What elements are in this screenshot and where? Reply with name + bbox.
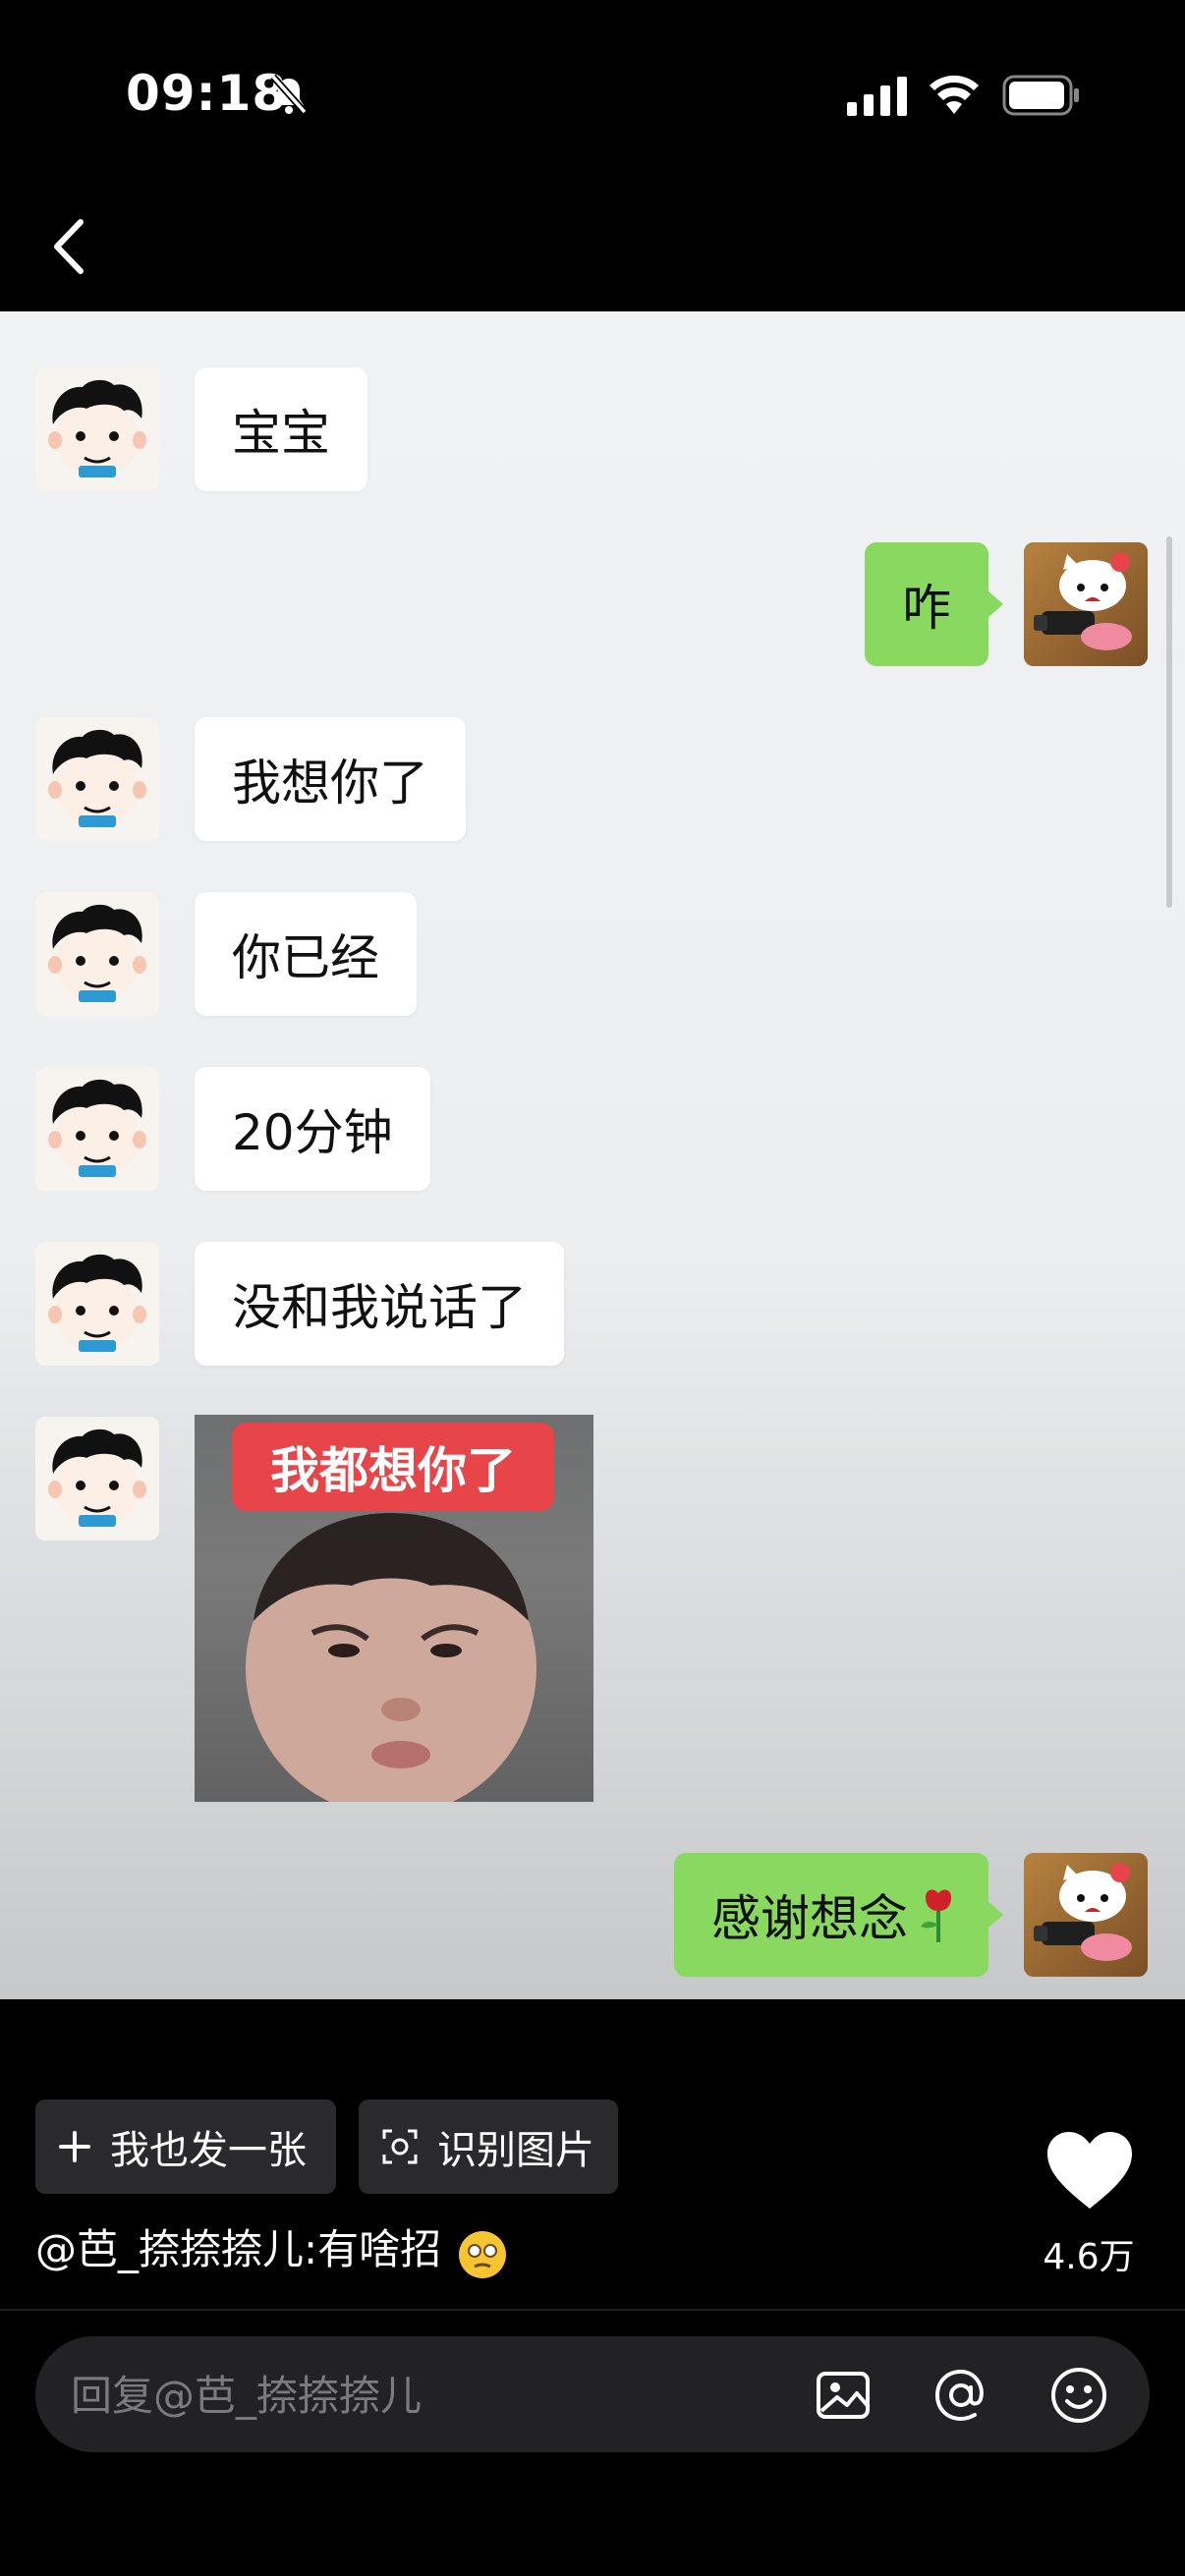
plus-icon (59, 2131, 90, 2162)
back-button[interactable] (45, 214, 94, 279)
post-too-button[interactable]: 我也发一张 (35, 2100, 336, 2194)
message-text: 咋 (902, 580, 951, 637)
post-caption[interactable]: @芭_捺捺捺儿:有啥招 (35, 2216, 510, 2280)
sender-avatar[interactable] (35, 717, 159, 841)
post-too-label: 我也发一张 (110, 2128, 307, 2173)
message-text: 我想你了 (232, 755, 428, 812)
message-bubble-incoming: 我想你了 (195, 717, 466, 841)
status-time: 09:18 (126, 65, 288, 122)
message-text: 20分钟 (232, 1104, 393, 1161)
recognize-label: 识别图片 (437, 2128, 594, 2173)
bubble-tail (988, 1901, 1003, 1929)
self-avatar[interactable] (1024, 542, 1148, 666)
bubble-tail (988, 590, 1003, 618)
emoji-icon[interactable] (1049, 2366, 1108, 2425)
dizzy-emoji-icon (458, 2230, 506, 2278)
sticker-image[interactable]: 我都想你了 (195, 1415, 593, 1802)
sticker-caption: 我都想你了 (232, 1423, 554, 1511)
caption-text: @芭_捺捺捺儿:有啥招 (35, 2225, 442, 2273)
message-bubble-incoming: 20分钟 (195, 1067, 430, 1191)
divider (0, 2309, 1185, 2311)
sender-avatar[interactable] (35, 1417, 159, 1540)
message-bubble-incoming: 你已经 (195, 892, 417, 1016)
at-icon[interactable] (931, 2366, 990, 2425)
image-icon[interactable] (814, 2366, 873, 2425)
rose-icon (921, 1889, 951, 1942)
signal-icon (847, 77, 907, 116)
sender-avatar[interactable] (35, 1067, 159, 1191)
sender-avatar[interactable] (35, 367, 159, 491)
message-text: 感谢想念 (711, 1890, 908, 1947)
message-bubble-outgoing: 咋 (865, 542, 988, 666)
recognize-image-button[interactable]: 识别图片 (359, 2100, 618, 2194)
battery-icon (1002, 75, 1079, 116)
reply-input[interactable] (69, 2336, 761, 2454)
scroll-indicator (1166, 536, 1172, 908)
message-bubble-incoming: 没和我说话了 (195, 1242, 564, 1366)
sender-avatar[interactable] (35, 1242, 159, 1366)
message-text: 你已经 (232, 929, 379, 986)
self-avatar[interactable] (1024, 1853, 1148, 1977)
message-bubble-outgoing: 感谢想念 (674, 1853, 988, 1977)
message-text: 宝宝 (232, 405, 330, 462)
bell-mute-icon (270, 74, 308, 115)
scan-icon (382, 2129, 418, 2164)
like-count: 4.6万 (1043, 2237, 1135, 2277)
message-bubble-incoming: 宝宝 (195, 367, 367, 491)
reply-bar (35, 2336, 1150, 2454)
wifi-icon (930, 75, 979, 114)
message-text: 没和我说话了 (232, 1279, 527, 1336)
sender-avatar[interactable] (35, 892, 159, 1016)
heart-icon[interactable] (1045, 2130, 1134, 2211)
